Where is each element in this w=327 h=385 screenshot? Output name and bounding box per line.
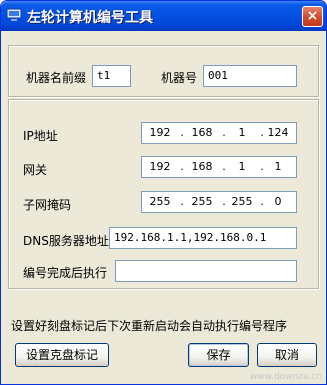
- close-button[interactable]: ×: [302, 6, 323, 27]
- gateway-octet-2: 168: [191, 160, 213, 173]
- post-run-input[interactable]: [115, 260, 297, 282]
- prefix-label: 机器名前缀: [26, 71, 87, 85]
- set-disk-mark-button[interactable]: 设置克盘标记: [15, 343, 109, 367]
- gateway-input[interactable]: 192 . 168 . 1 . 1: [141, 156, 297, 178]
- watermark: www.downza.cn: [249, 372, 322, 382]
- hint-text: 设置好刻盘标记后下次重新启动会自动执行编号程序: [11, 319, 288, 333]
- subnet-mask-label: 子网掩码: [23, 198, 72, 212]
- ip-octet-3: 1: [238, 126, 246, 139]
- subnet-mask-input[interactable]: 255 . 255 . 255 . 0: [141, 191, 297, 213]
- gateway-octet-3: 1: [238, 160, 246, 173]
- save-button[interactable]: 保存: [188, 343, 249, 367]
- mask-octet-4: 0: [274, 195, 282, 208]
- ip-octet-2: 168: [191, 126, 213, 139]
- mask-octet-1: 255: [149, 195, 171, 208]
- ip-label: IP地址: [23, 129, 58, 143]
- close-icon: ×: [306, 8, 319, 24]
- mask-octet-3: 255: [231, 195, 253, 208]
- dns-input[interactable]: 192.168.1.1,192.168.0.1: [109, 227, 297, 249]
- post-run-label: 编号完成后执行: [23, 266, 108, 280]
- client-area: 机器名前缀 t1 机器号 001 IP地址 192 . 168 . 1 . 12…: [4, 31, 323, 383]
- prefix-input[interactable]: t1: [92, 65, 131, 87]
- ip-octet-4: 124: [267, 126, 289, 139]
- mask-octet-2: 255: [191, 195, 213, 208]
- gateway-octet-4: 1: [274, 160, 282, 173]
- gateway-label: 网关: [23, 163, 48, 177]
- gateway-octet-1: 192: [149, 160, 171, 173]
- ip-octet-1: 192: [149, 126, 171, 139]
- machine-number-input[interactable]: 001: [203, 65, 297, 87]
- dns-label: DNS服务器地址: [23, 234, 109, 248]
- title-bar[interactable]: 左轮计算机编号工具 ×: [1, 1, 326, 31]
- cancel-button[interactable]: 取消: [257, 343, 317, 367]
- window-title: 左轮计算机编号工具: [27, 10, 153, 26]
- ip-address-input[interactable]: 192 . 168 . 1 . 124: [141, 122, 297, 144]
- app-window: 左轮计算机编号工具 × 机器名前缀 t1 机器号 001 IP地址 192 . …: [0, 0, 327, 385]
- app-icon: [6, 7, 22, 23]
- machine-number-label: 机器号: [161, 71, 198, 85]
